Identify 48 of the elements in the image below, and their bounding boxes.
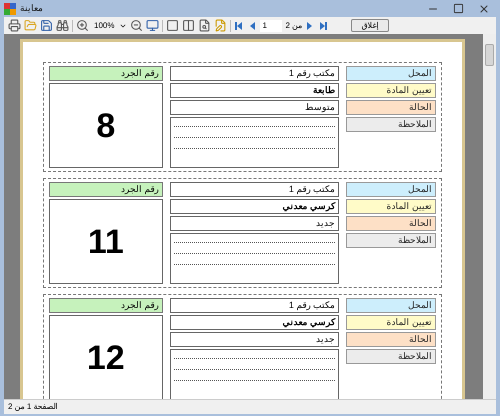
- field-value: متوسط: [170, 100, 339, 115]
- field-label: الملاحظة: [346, 349, 436, 364]
- field-value: كرسي معدني: [170, 199, 339, 214]
- zoom-out-icon[interactable]: [130, 19, 144, 32]
- app-icon: [4, 2, 16, 14]
- page-input[interactable]: 1: [260, 20, 282, 32]
- field-label: المحل: [346, 66, 436, 81]
- close-icon[interactable]: [478, 2, 490, 14]
- field-value: مكتب رقم 1: [170, 298, 339, 313]
- maximize-icon[interactable]: [453, 3, 464, 14]
- id-label: رقم الجرد: [49, 298, 163, 313]
- page-count: من 2: [285, 20, 302, 32]
- document-search-icon[interactable]: [198, 19, 212, 32]
- print-icon[interactable]: [8, 19, 21, 32]
- status-text: الصفحة 1 من 2: [8, 401, 58, 413]
- window-title: معاينة: [20, 2, 43, 15]
- save-icon[interactable]: [40, 19, 53, 32]
- scrollbar[interactable]: [483, 34, 496, 399]
- binoculars-icon[interactable]: [56, 19, 69, 32]
- zoom-in-icon[interactable]: [76, 19, 89, 32]
- first-page-icon[interactable]: [234, 20, 244, 30]
- close-button[interactable]: إغلاق: [351, 19, 390, 32]
- last-page-icon[interactable]: [318, 20, 328, 30]
- monitor-icon[interactable]: [146, 19, 160, 32]
- field-label: تعيين المادة: [346, 199, 436, 214]
- field-label: الملاحظة: [346, 117, 436, 132]
- field-label: المحل: [346, 182, 436, 197]
- field-value: كرسي معدني: [170, 315, 339, 330]
- page-icon[interactable]: [166, 19, 180, 32]
- id-number: 11: [88, 224, 124, 258]
- field-value: مكتب رقم 1: [170, 66, 339, 81]
- field-value: جديد: [170, 332, 339, 347]
- field-label: تعيين المادة: [346, 315, 436, 330]
- field-label: المحل: [346, 298, 436, 313]
- id-label: رقم الجرد: [49, 182, 163, 197]
- columns-icon[interactable]: [182, 19, 196, 32]
- id-label: رقم الجرد: [49, 66, 163, 81]
- id-number: 12: [86, 340, 125, 374]
- zoom-dropdown[interactable]: 100%: [92, 20, 116, 32]
- field-value: جديد: [170, 216, 339, 231]
- field-label: الملاحظة: [346, 233, 436, 248]
- field-label: الحالة: [346, 100, 436, 115]
- field-label: الحالة: [346, 332, 436, 347]
- field-value: مكتب رقم 1: [170, 182, 339, 197]
- id-number: 8: [96, 108, 116, 142]
- field-label: تعيين المادة: [346, 83, 436, 98]
- field-value: طابعة: [170, 83, 339, 98]
- field-label: الحالة: [346, 216, 436, 231]
